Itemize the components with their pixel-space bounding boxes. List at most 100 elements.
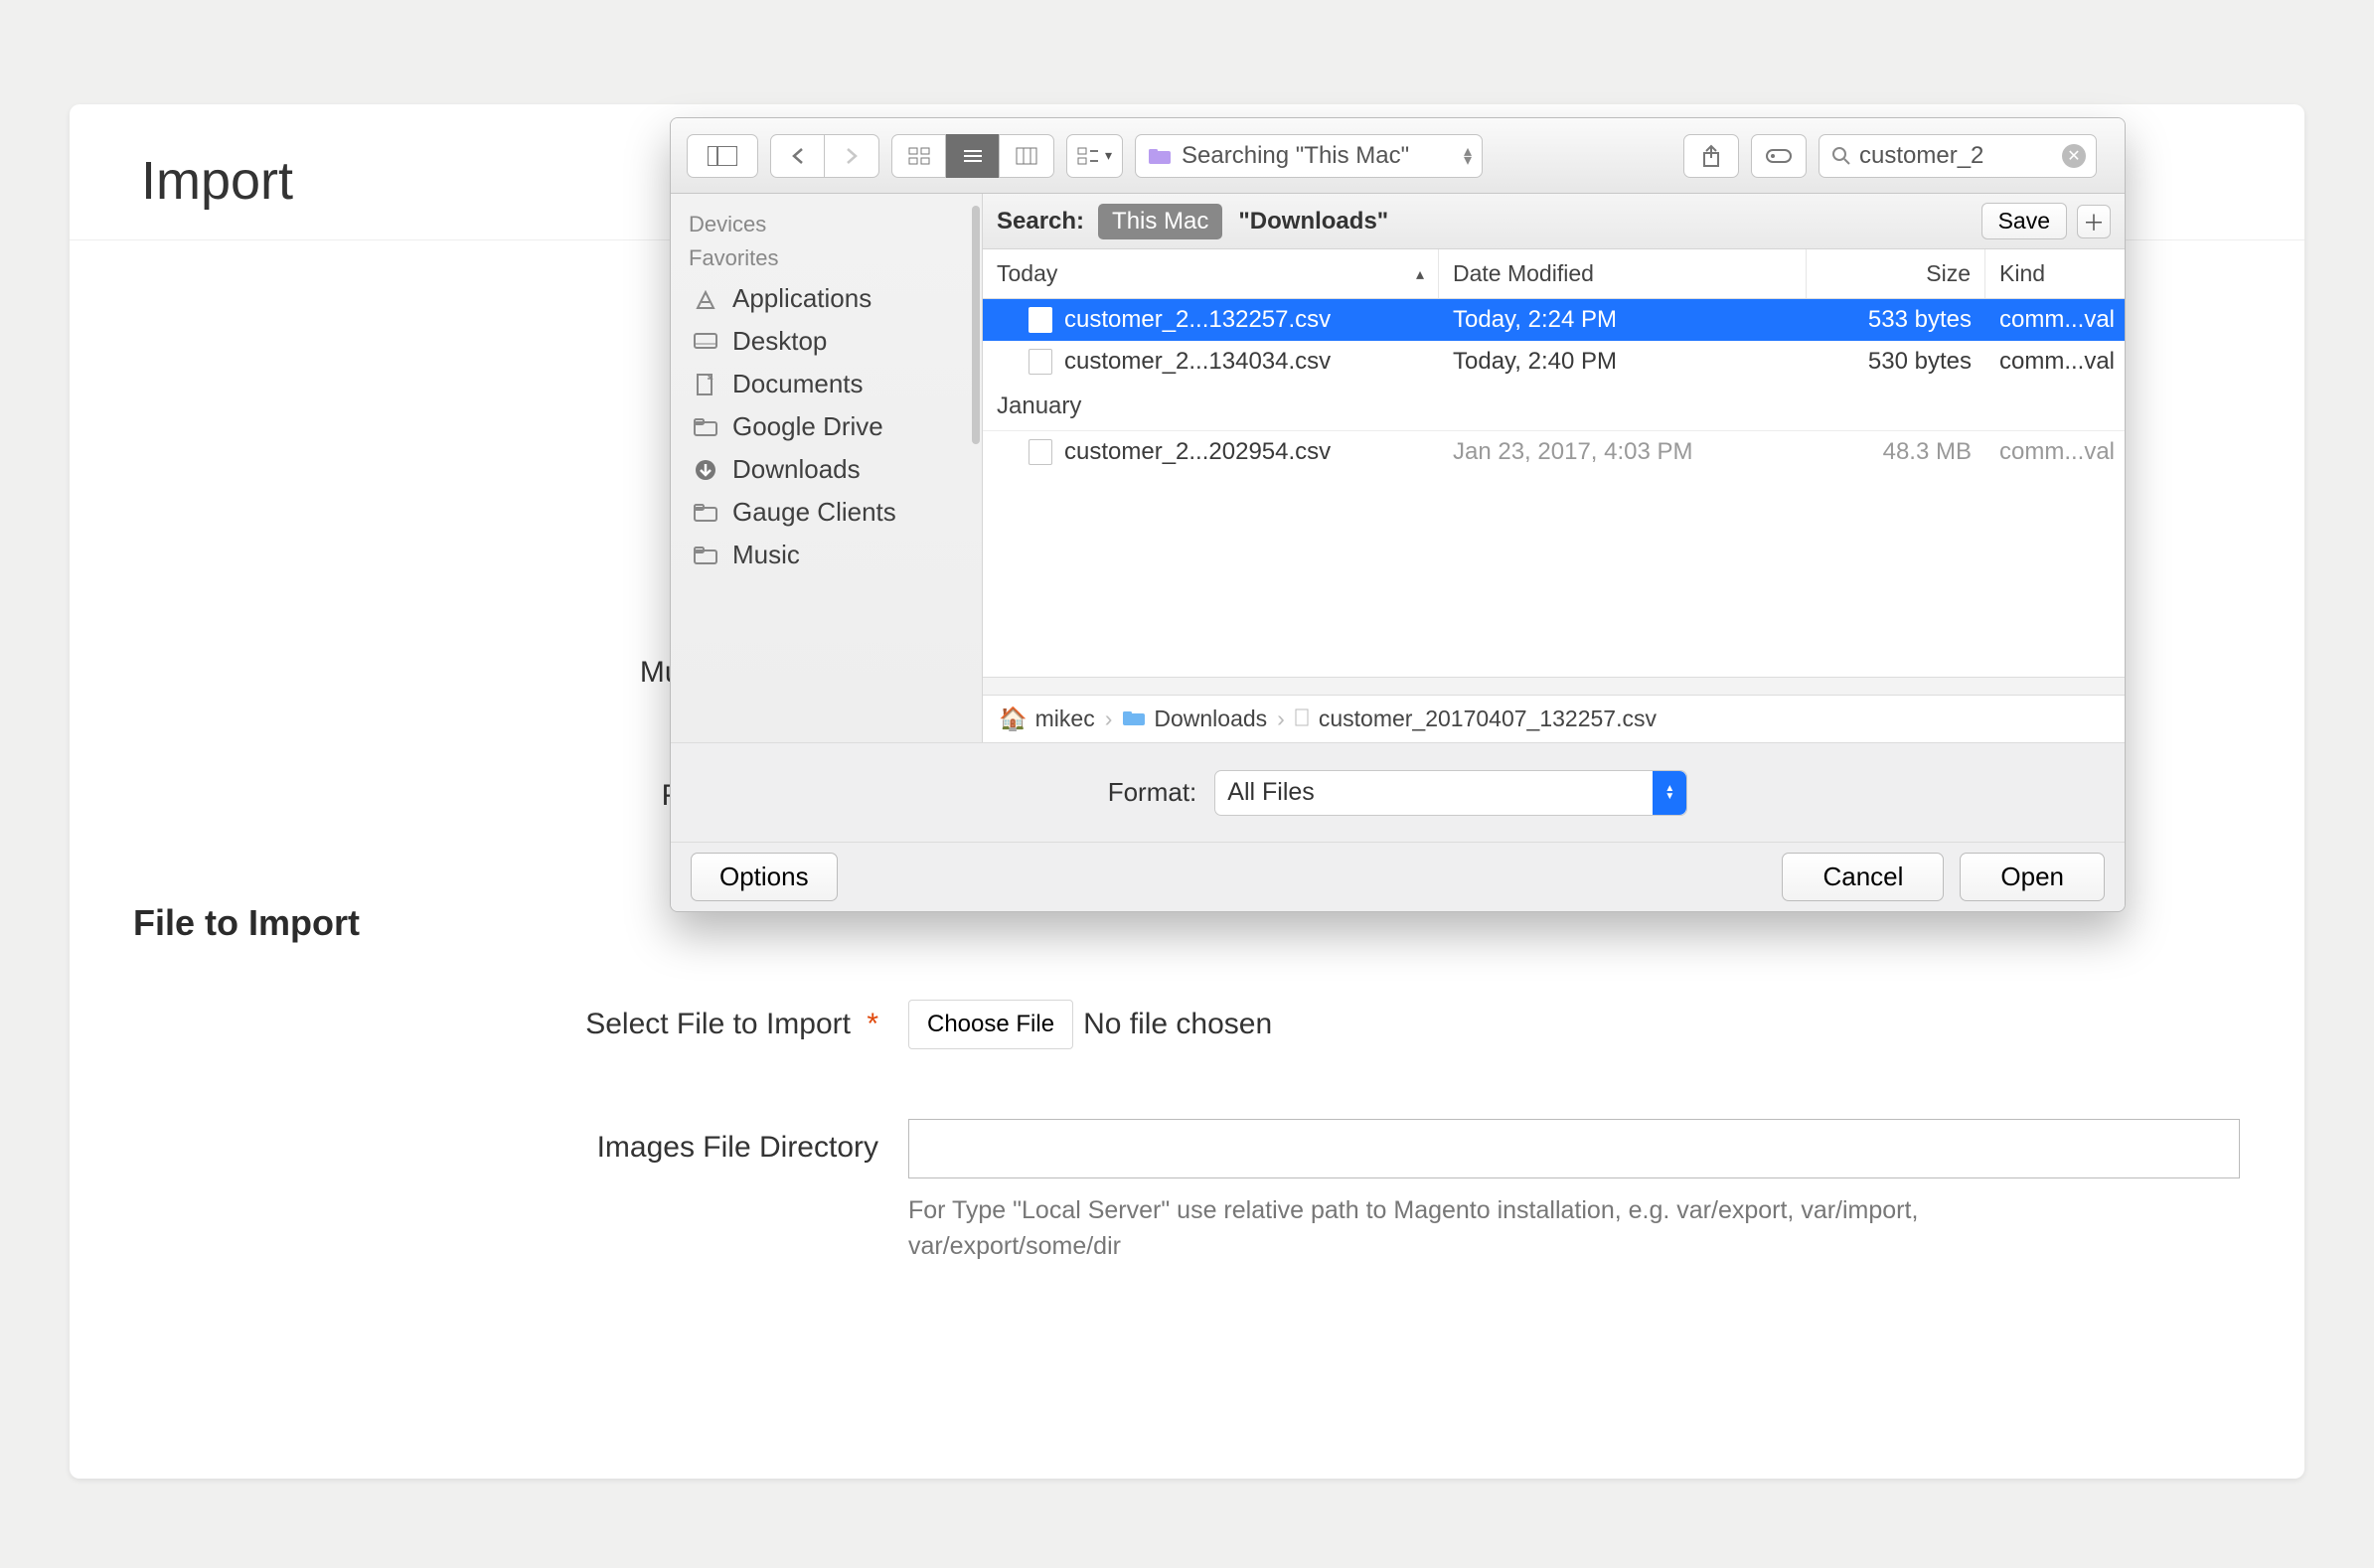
sidebar-scrollbar[interactable] bbox=[972, 206, 980, 444]
share-button[interactable] bbox=[1683, 134, 1739, 178]
file-size: 48.3 MB bbox=[1807, 438, 1985, 466]
label-images-dir: Images File Directory bbox=[133, 1119, 908, 1165]
file-kind: comm...val bbox=[1985, 348, 2125, 376]
view-seg bbox=[891, 134, 1054, 178]
horizontal-scrollbar[interactable] bbox=[983, 677, 2125, 695]
sidebar-item-gauge-clients[interactable]: Gauge Clients bbox=[679, 491, 974, 534]
file-row[interactable]: customer_2...202954.csv Jan 23, 2017, 4:… bbox=[983, 431, 2125, 473]
applications-icon bbox=[691, 288, 720, 310]
chevron-down-icon: ▾ bbox=[1105, 147, 1112, 164]
save-search-button[interactable]: Save bbox=[1981, 203, 2067, 239]
sidebar-item-music[interactable]: Music bbox=[679, 534, 974, 576]
downloads-icon bbox=[691, 458, 720, 482]
sidebar-item-desktop[interactable]: Desktop bbox=[679, 320, 974, 363]
folder-icon bbox=[691, 546, 720, 565]
finder-toolbar: ▾ Searching "This Mac" ▴▾ customer_2 ✕ bbox=[671, 118, 2125, 194]
path-separator: › bbox=[1105, 706, 1113, 732]
sidebar-item-label: Applications bbox=[732, 283, 871, 314]
format-value: All Files bbox=[1227, 778, 1315, 807]
file-name: customer_2...202954.csv bbox=[1064, 438, 1331, 466]
file-date: Today, 2:24 PM bbox=[1439, 306, 1807, 334]
updown-icon: ▴▾ bbox=[1464, 147, 1472, 165]
location-label: Searching "This Mac" bbox=[1182, 142, 1409, 170]
label-select-file-text: Select File to Import bbox=[585, 1008, 851, 1040]
arrange-icon bbox=[1077, 147, 1099, 165]
sidebar-item-applications[interactable]: Applications bbox=[679, 277, 974, 320]
format-select[interactable]: All Files ▲▼ bbox=[1214, 770, 1687, 816]
file-date: Jan 23, 2017, 4:03 PM bbox=[1439, 438, 1807, 466]
location-popup[interactable]: Searching "This Mac" ▴▾ bbox=[1135, 134, 1483, 178]
scope-this-mac[interactable]: This Mac bbox=[1098, 204, 1222, 239]
sidebar-item-label: Desktop bbox=[732, 326, 827, 357]
images-dir-input[interactable] bbox=[908, 1119, 2240, 1178]
choose-file-button[interactable]: Choose File bbox=[908, 1000, 1073, 1049]
clear-search-button[interactable]: ✕ bbox=[2062, 144, 2086, 168]
no-file-chosen: No file chosen bbox=[1083, 1008, 1272, 1041]
images-dir-help: For Type "Local Server" use relative pat… bbox=[908, 1192, 2041, 1265]
view-icon-button[interactable] bbox=[892, 134, 946, 178]
col-size[interactable]: Size bbox=[1807, 249, 1985, 298]
add-rule-button[interactable]: ＋ bbox=[2077, 205, 2111, 238]
search-value: customer_2 bbox=[1859, 142, 1983, 170]
desktop-icon bbox=[691, 332, 720, 352]
grid-icon bbox=[908, 147, 930, 165]
dialog-button-bar: Options Cancel Open bbox=[671, 842, 2125, 911]
documents-icon bbox=[691, 373, 720, 396]
scope-label: Search: bbox=[997, 208, 1084, 235]
view-list-button[interactable] bbox=[946, 134, 1000, 178]
sidebar-item-label: Music bbox=[732, 540, 800, 570]
file-icon bbox=[1029, 307, 1052, 333]
forward-button[interactable] bbox=[825, 134, 878, 178]
sidebar-toggle-button[interactable] bbox=[687, 134, 758, 178]
folder-icon bbox=[691, 503, 720, 523]
folder-purple-icon bbox=[1148, 147, 1172, 165]
file-date: Today, 2:40 PM bbox=[1439, 348, 1807, 376]
path-seg-downloads[interactable]: Downloads bbox=[1154, 706, 1267, 732]
file-row[interactable]: customer_2...134034.csv Today, 2:40 PM 5… bbox=[983, 341, 2125, 383]
col-kind[interactable]: Kind bbox=[1985, 249, 2125, 298]
row-select-file: Select File to Import * Choose File No f… bbox=[133, 1000, 2241, 1049]
scope-location[interactable]: "Downloads" bbox=[1238, 208, 1388, 235]
search-icon bbox=[1831, 146, 1851, 166]
sidebar-item-label: Downloads bbox=[732, 454, 861, 485]
path-seg-file[interactable]: customer_20170407_132257.csv bbox=[1319, 706, 1657, 732]
sidebar-item-label: Gauge Clients bbox=[732, 497, 896, 528]
view-column-button[interactable] bbox=[1000, 134, 1053, 178]
scope-bar: Search: This Mac "Downloads" Save ＋ bbox=[983, 194, 2125, 249]
path-seg-home[interactable]: mikec bbox=[1035, 706, 1095, 732]
back-button[interactable] bbox=[771, 134, 825, 178]
cancel-button[interactable]: Cancel bbox=[1782, 853, 1944, 901]
sidebar-item-documents[interactable]: Documents bbox=[679, 363, 974, 405]
sidebar-icon bbox=[708, 146, 737, 166]
row-images-dir: Images File Directory For Type "Local Se… bbox=[133, 1119, 2241, 1265]
options-button[interactable]: Options bbox=[691, 853, 838, 901]
open-button[interactable]: Open bbox=[1960, 853, 2105, 901]
sidebar-group-favorites: Favorites bbox=[689, 245, 964, 271]
file-size: 533 bytes bbox=[1807, 306, 1985, 334]
path-separator: › bbox=[1277, 706, 1285, 732]
columns-icon bbox=[1016, 147, 1037, 165]
column-headers: Today ▴ Date Modified Size Kind bbox=[983, 249, 2125, 299]
label-select-file: Select File to Import * bbox=[133, 1008, 908, 1041]
file-name: customer_2...134034.csv bbox=[1064, 348, 1331, 376]
sidebar-group-devices: Devices bbox=[689, 212, 964, 237]
folder-icon bbox=[691, 417, 720, 437]
search-field[interactable]: customer_2 ✕ bbox=[1819, 134, 2097, 178]
share-icon bbox=[1701, 144, 1721, 168]
nav-seg bbox=[770, 134, 879, 178]
finder-main: Search: This Mac "Downloads" Save ＋ Toda… bbox=[983, 194, 2125, 742]
col-date[interactable]: Date Modified bbox=[1439, 249, 1807, 298]
sidebar-item-downloads[interactable]: Downloads bbox=[679, 448, 974, 491]
col-name[interactable]: Today ▴ bbox=[983, 249, 1439, 298]
arrange-button[interactable]: ▾ bbox=[1066, 134, 1123, 178]
file-icon bbox=[1029, 439, 1052, 465]
file-row[interactable]: customer_2...132257.csv Today, 2:24 PM 5… bbox=[983, 299, 2125, 341]
file-kind: comm...val bbox=[1985, 306, 2125, 334]
file-icon bbox=[1029, 349, 1052, 375]
format-label: Format: bbox=[1108, 777, 1197, 808]
finder-sidebar: Devices Favorites Applications Desktop D… bbox=[671, 194, 983, 742]
sidebar-item-google-drive[interactable]: Google Drive bbox=[679, 405, 974, 448]
tag-icon bbox=[1765, 147, 1793, 165]
tags-button[interactable] bbox=[1751, 134, 1807, 178]
file-kind: comm...val bbox=[1985, 438, 2125, 466]
